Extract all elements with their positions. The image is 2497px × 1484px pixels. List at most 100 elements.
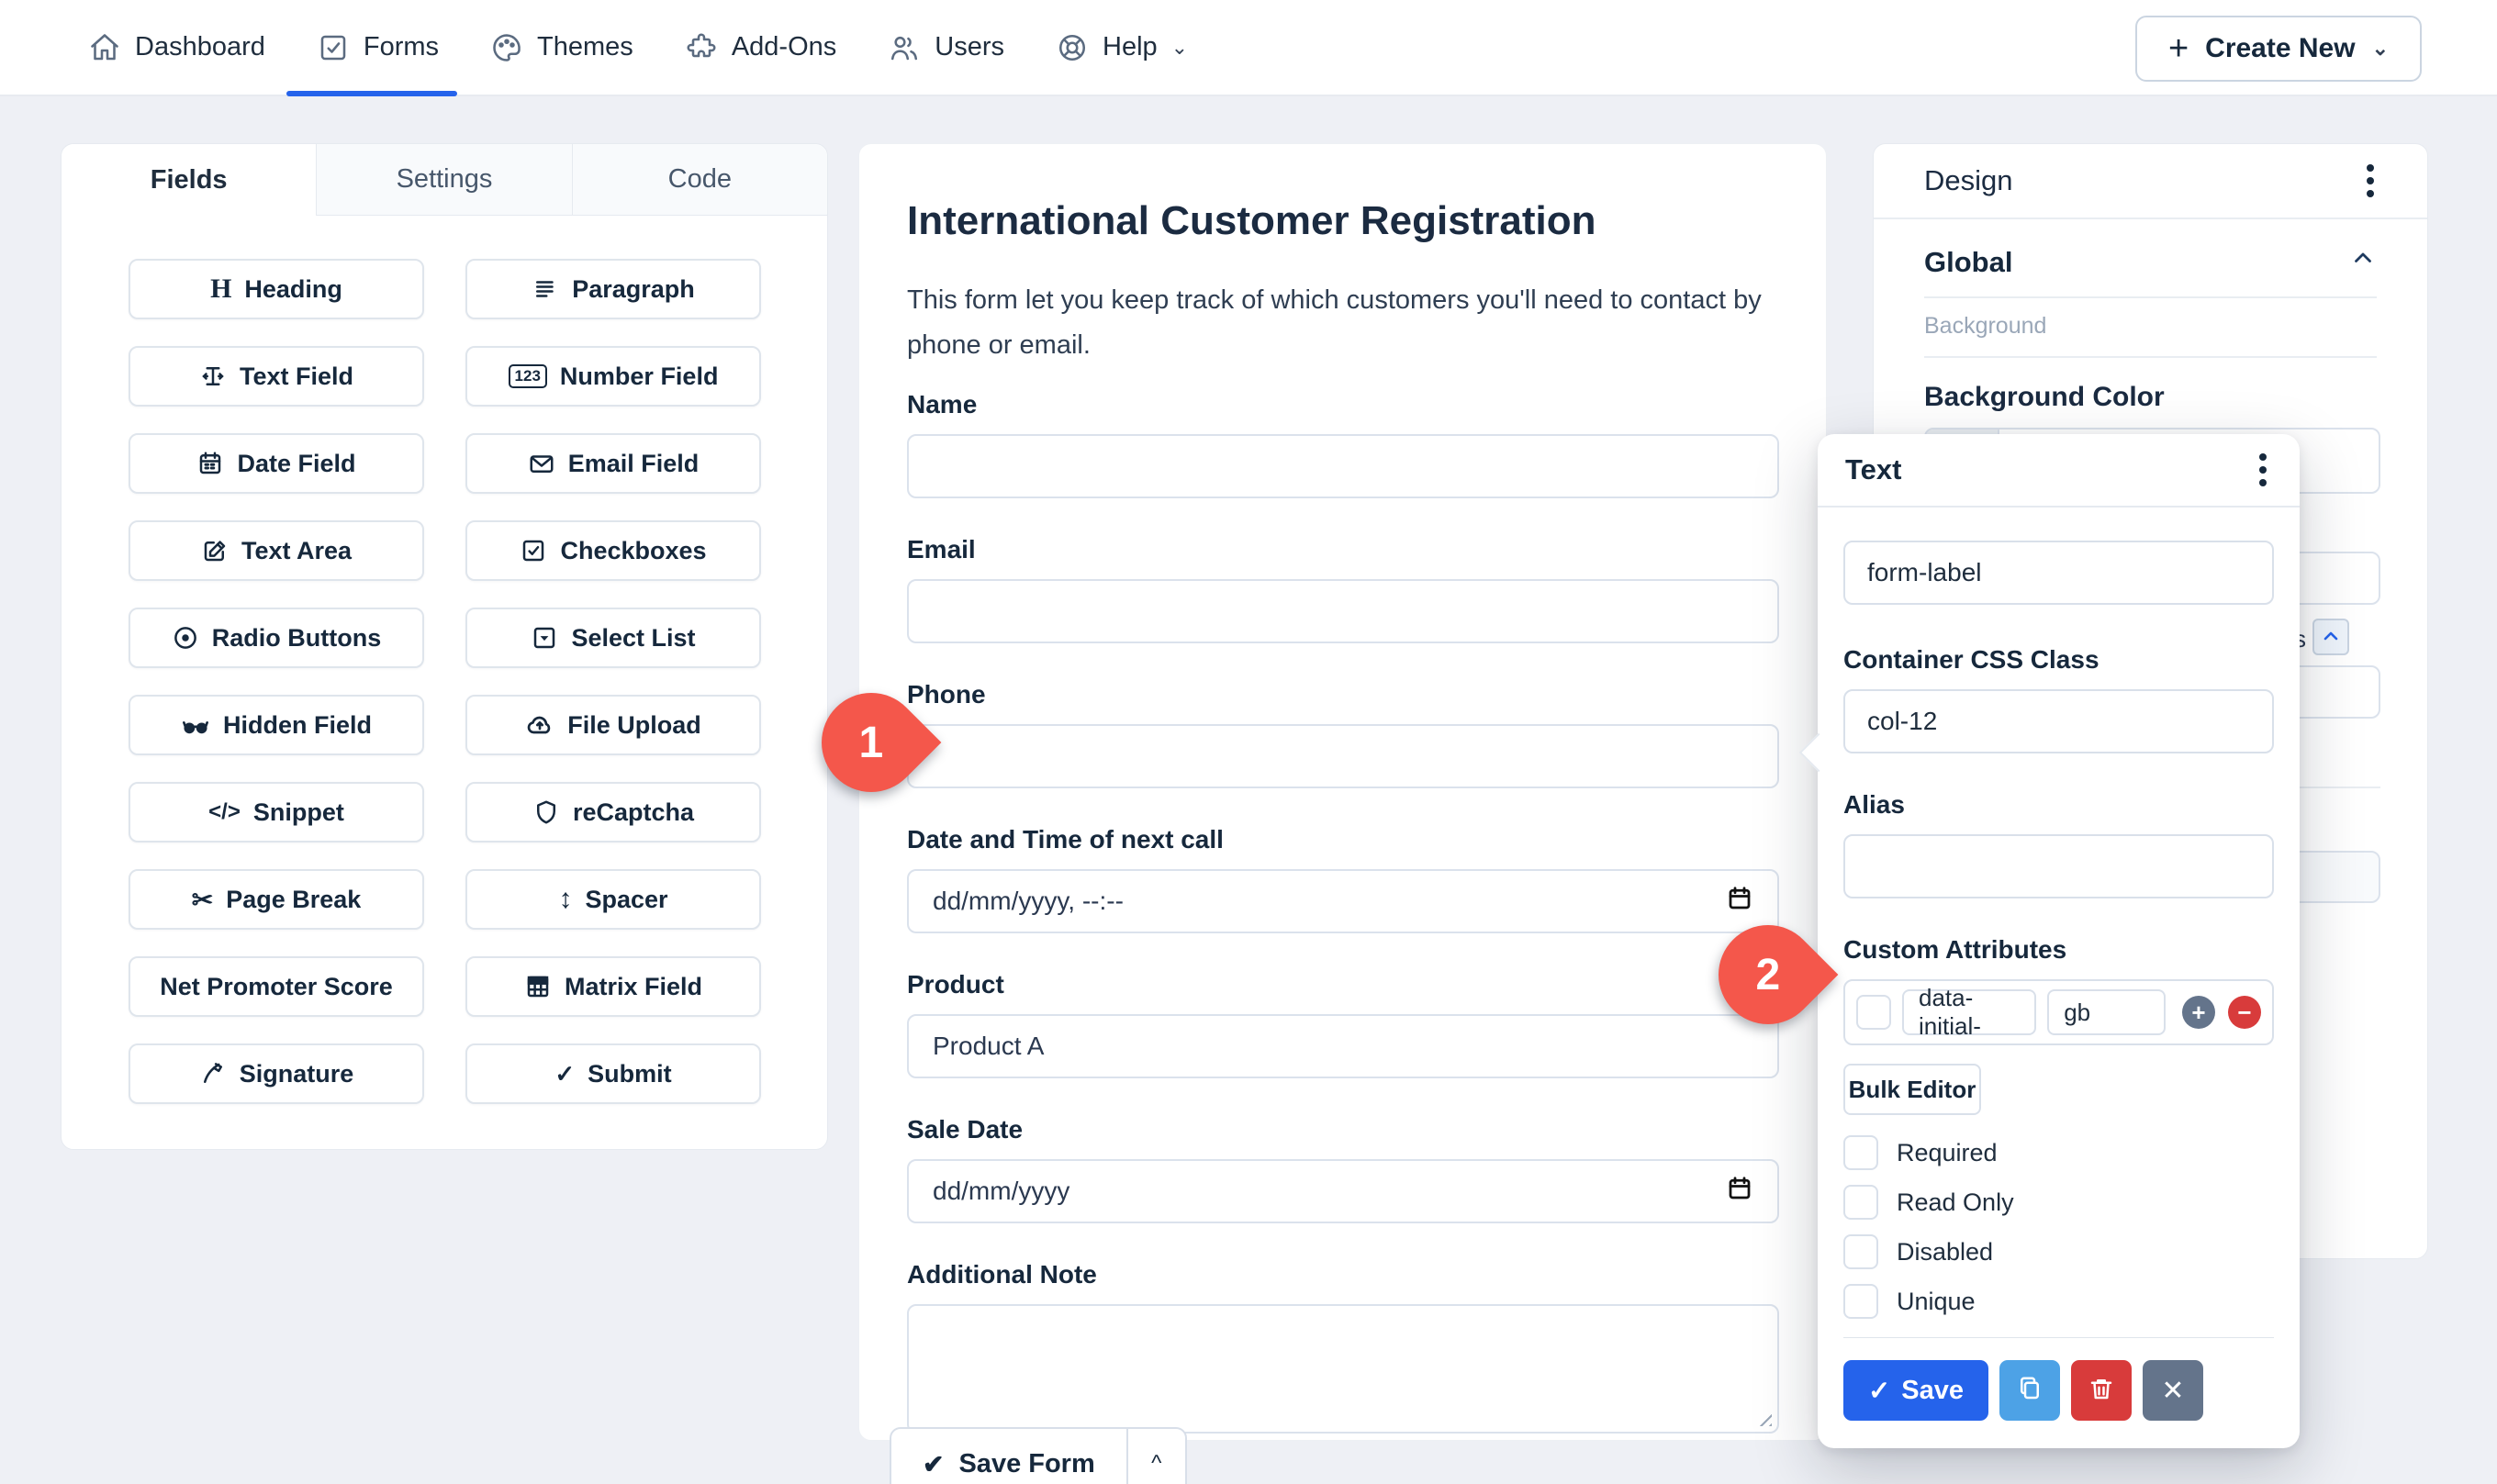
background-group-label: Background [1924, 313, 2377, 340]
required-checkbox[interactable] [1843, 1135, 1878, 1170]
field-button-label: Paragraph [572, 275, 695, 304]
field-button-label: Select List [571, 624, 695, 653]
kebab-menu-icon[interactable] [2361, 159, 2379, 203]
paragraph-icon [532, 275, 559, 303]
users-icon [888, 31, 921, 64]
nav-item-help[interactable]: Help ⌄ [1056, 31, 1188, 64]
field-label-phone: Phone [907, 680, 1778, 709]
disabled-checkbox[interactable] [1843, 1234, 1878, 1269]
custom-attribute-row: data-initial- gb + − [1843, 979, 2274, 1045]
field-button-file-upload[interactable]: File Upload [465, 695, 761, 755]
product-select[interactable]: Product A [907, 1014, 1779, 1078]
kebab-menu-icon[interactable] [2254, 448, 2272, 492]
field-label-email: Email [907, 535, 1778, 564]
select-icon [531, 624, 558, 652]
nav-item-dashboard[interactable]: Dashboard [88, 31, 265, 64]
create-new-label: Create New [2205, 33, 2355, 64]
nav-item-add-ons[interactable]: Add-Ons [685, 31, 836, 64]
scissors-icon: ✂ [192, 885, 213, 915]
collapse-chevron-button[interactable] [2312, 619, 2349, 655]
name-input[interactable] [907, 434, 1779, 498]
attribute-checkbox[interactable] [1856, 995, 1891, 1030]
read-only-checkbox-row: Read Only [1843, 1185, 2274, 1220]
field-button-email-field[interactable]: Email Field [465, 433, 761, 494]
email-input[interactable] [907, 579, 1779, 643]
field-button-snippet[interactable]: </> Snippet [129, 782, 424, 842]
save-form-options-button[interactable]: ^ [1126, 1429, 1185, 1484]
calendar-icon[interactable] [1726, 1175, 1753, 1209]
field-button-checkboxes[interactable]: Checkboxes [465, 520, 761, 581]
alias-input[interactable] [1843, 834, 2274, 898]
container-css-class-input[interactable]: col-12 [1843, 689, 2274, 753]
field-button-label: Checkboxes [560, 537, 706, 565]
save-button[interactable]: ✓ Save [1843, 1360, 1988, 1421]
field-button-text-area[interactable]: Text Area [129, 520, 424, 581]
chevron-down-icon: ⌄ [1171, 36, 1188, 60]
checkbox-label: Disabled [1897, 1238, 1993, 1266]
container-css-class-value: col-12 [1867, 707, 1937, 736]
attribute-value: gb [2064, 999, 2090, 1027]
custom-attributes-label: Custom Attributes [1843, 935, 2274, 965]
design-panel-title: Design [1924, 164, 2013, 197]
global-section-toggle[interactable]: Global [1924, 245, 2377, 280]
field-button-page-break[interactable]: ✂ Page Break [129, 869, 424, 930]
add-attribute-icon[interactable]: + [2182, 996, 2215, 1029]
popup-body: form-label Container CSS Class col-12 Al… [1818, 541, 2300, 1421]
delete-button[interactable] [2071, 1360, 2132, 1421]
attribute-value-input[interactable]: gb [2047, 989, 2166, 1035]
nav-item-forms[interactable]: Forms [317, 31, 439, 64]
remove-attribute-icon[interactable]: − [2228, 996, 2261, 1029]
tab-code[interactable]: Code [572, 144, 827, 216]
main-nav: Dashboard Forms Themes Add-Ons [88, 0, 1188, 95]
field-button-label: Net Promoter Score [160, 973, 393, 1001]
sale-date-input[interactable]: dd/mm/yyyy [907, 1159, 1779, 1223]
additional-note-textarea[interactable] [907, 1304, 1779, 1434]
field-button-net-promoter-score[interactable]: Net Promoter Score [129, 956, 424, 1017]
phone-input[interactable] [907, 724, 1779, 788]
radio-icon [172, 624, 199, 652]
nav-label: Forms [364, 32, 439, 62]
element-class-input[interactable]: form-label [1843, 541, 2274, 605]
field-button-submit[interactable]: ✓ Submit [465, 1043, 761, 1104]
unique-checkbox[interactable] [1843, 1284, 1878, 1319]
field-button-number-field[interactable]: 123 Number Field [465, 346, 761, 407]
nav-item-users[interactable]: Users [888, 31, 1004, 64]
field-button-paragraph[interactable]: Paragraph [465, 259, 761, 319]
number-field-icon: 123 [509, 364, 547, 388]
field-button-spacer[interactable]: ↕ Spacer [465, 869, 761, 930]
field-button-hidden-field[interactable]: Hidden Field [129, 695, 424, 755]
form-title: International Customer Registration [907, 197, 1778, 245]
bulk-editor-button[interactable]: Bulk Editor [1843, 1064, 1981, 1115]
field-button-text-field[interactable]: Text Field [129, 346, 424, 407]
divider [1924, 356, 2377, 358]
checkbox-label: Read Only [1897, 1188, 2014, 1217]
field-button-radio-buttons[interactable]: Radio Buttons [129, 608, 424, 668]
field-button-label: Text Field [240, 363, 353, 391]
duplicate-button[interactable] [1999, 1360, 2060, 1421]
checkbox-icon [520, 537, 547, 564]
nav-item-themes[interactable]: Themes [490, 31, 633, 64]
field-button-label: Spacer [585, 886, 667, 914]
attribute-name-input[interactable]: data-initial- [1902, 989, 2036, 1035]
resize-handle[interactable] [1753, 1408, 1772, 1426]
next-call-datetime-input[interactable]: dd/mm/yyyy, --:-- [907, 869, 1779, 933]
tab-settings[interactable]: Settings [316, 144, 571, 216]
tab-fields[interactable]: Fields [62, 144, 316, 216]
nav-label: Themes [537, 32, 633, 62]
field-button-heading[interactable]: H Heading [129, 259, 424, 319]
read-only-checkbox[interactable] [1843, 1185, 1878, 1220]
field-button-matrix-field[interactable]: Matrix Field [465, 956, 761, 1017]
field-button-recaptcha[interactable]: reCaptcha [465, 782, 761, 842]
grid-icon [524, 973, 552, 1000]
create-new-button[interactable]: + Create New ⌄ [2135, 16, 2422, 82]
attribute-name-value: data-initial- [1919, 984, 2020, 1041]
chevron-up-icon: ^ [1151, 1451, 1161, 1477]
field-button-date-field[interactable]: Date Field [129, 433, 424, 494]
save-form-button[interactable]: ✔ Save Form [891, 1429, 1126, 1484]
check-icon: ✓ [554, 1060, 575, 1088]
calendar-icon[interactable] [1726, 885, 1753, 919]
field-button-signature[interactable]: Signature [129, 1043, 424, 1104]
field-button-select-list[interactable]: Select List [465, 608, 761, 668]
close-button[interactable]: ✕ [2143, 1360, 2203, 1421]
pen-icon [199, 1060, 227, 1088]
